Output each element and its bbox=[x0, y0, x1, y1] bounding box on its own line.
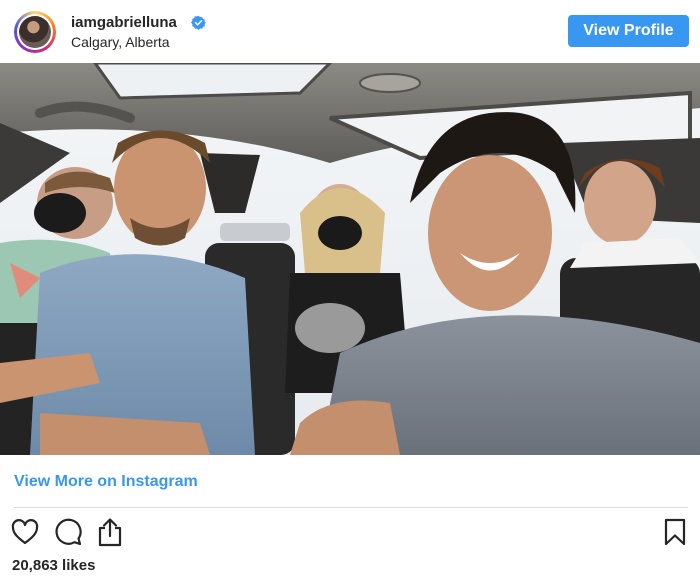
divider bbox=[14, 507, 688, 508]
share-icon[interactable] bbox=[96, 517, 124, 547]
username[interactable]: iamgabrielluna bbox=[71, 14, 177, 31]
bookmark-icon[interactable] bbox=[663, 518, 687, 546]
post-photo[interactable] bbox=[0, 63, 700, 455]
post-header: iamgabrielluna Calgary, Alberta View Pro… bbox=[0, 0, 700, 62]
verified-badge-icon bbox=[191, 15, 206, 30]
group-selfie-photo bbox=[0, 63, 700, 455]
avatar[interactable] bbox=[14, 11, 56, 53]
likes-count[interactable]: 20,863 likes bbox=[12, 557, 95, 574]
heart-icon[interactable] bbox=[11, 519, 39, 545]
instagram-embed-card: iamgabrielluna Calgary, Alberta View Pro… bbox=[0, 0, 700, 583]
comment-icon[interactable] bbox=[54, 518, 82, 546]
view-more-link[interactable]: View More on Instagram bbox=[14, 473, 198, 491]
view-profile-button[interactable]: View Profile bbox=[568, 15, 689, 47]
location-label[interactable]: Calgary, Alberta bbox=[71, 34, 170, 50]
